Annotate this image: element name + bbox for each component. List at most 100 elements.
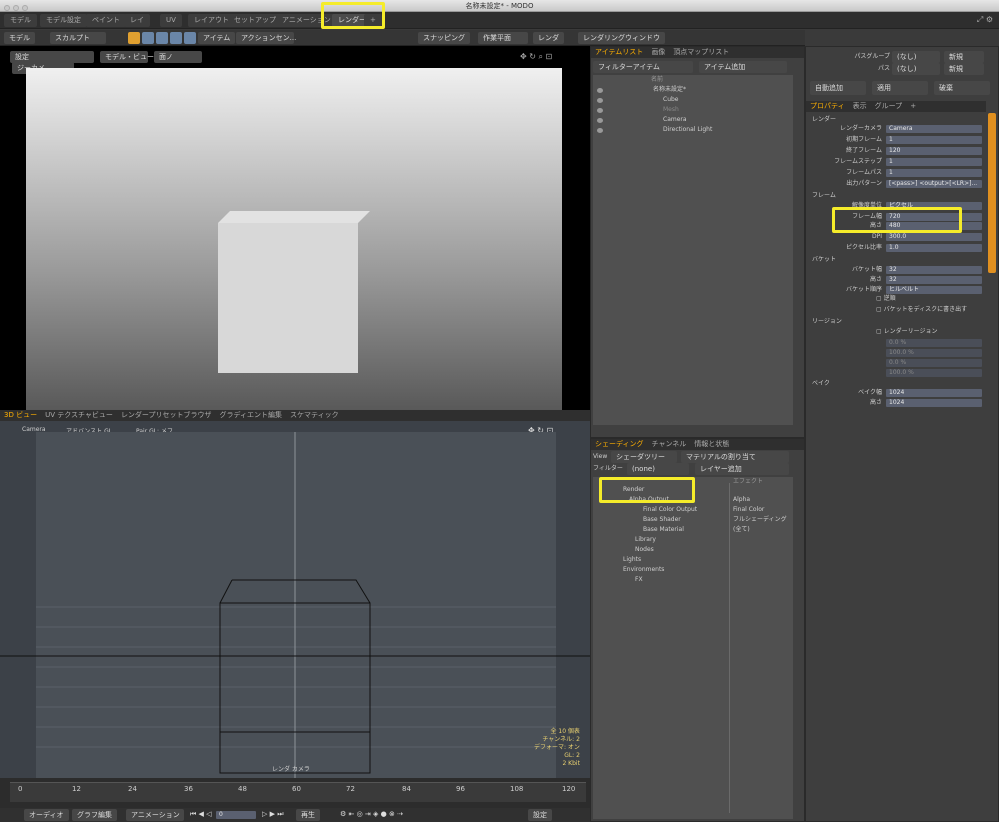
tab-groups[interactable]: グループ (871, 101, 907, 112)
tab-channels[interactable]: チャンネル (648, 439, 691, 450)
tab-gradient[interactable]: グラディエント編集 (216, 410, 287, 421)
shader-tree-dropdown[interactable]: シェーダツリー (611, 451, 677, 463)
sculpt-button[interactable]: スカルプト (50, 32, 106, 44)
render-button[interactable]: レンダ (533, 32, 564, 44)
new-pass-button[interactable]: 新規 (944, 63, 984, 75)
bake-width-input[interactable]: 1024 (886, 389, 982, 397)
discard-button[interactable]: 破棄 (934, 81, 990, 95)
item-mesh[interactable]: Mesh (663, 105, 679, 115)
frame-section-header[interactable]: フレーム (812, 191, 836, 200)
minimize-window-button[interactable] (13, 5, 19, 11)
bucket-width-input[interactable]: 32 (886, 266, 982, 274)
key-icons[interactable]: ⚙ ⇤ ◎ ⇥ ◈ ● ⊗ ⇢ (340, 810, 403, 818)
shader-tree[interactable]: エフェクト Render Alpha Output Alpha Final Co… (593, 477, 793, 819)
settings-button[interactable]: 設定 (528, 809, 552, 821)
item-tree[interactable]: 名前 名称未設定* Cube Mesh Camera Directional L… (593, 75, 793, 425)
audio-button[interactable]: オーディオ (24, 809, 69, 821)
add-item-dropdown[interactable]: アイテム追加 (699, 61, 787, 73)
preview-face-tab[interactable]: 面ノ (154, 51, 202, 63)
graph-editor-button[interactable]: グラフ編集 (72, 809, 117, 821)
material-mode-icon[interactable] (170, 32, 182, 44)
tab-setup[interactable]: セットアップ (228, 14, 282, 27)
region-section-header[interactable]: リージョン (812, 317, 842, 326)
item-mode-icon[interactable] (184, 32, 196, 44)
tab-render-preset[interactable]: レンダープリセットブラウザ (117, 410, 216, 421)
frame-pass-input[interactable]: 1 (886, 169, 982, 177)
apply-button[interactable]: 適用 (872, 81, 928, 95)
tab-paint[interactable]: ペイント (86, 14, 126, 27)
viewport-nav-icons[interactable]: ✥ ↻ ⌕ ⊡ (520, 52, 552, 62)
shader-library[interactable]: Library (635, 535, 656, 545)
write-buckets-checkbox[interactable]: ▢ バケットをディスクに書き出す (876, 305, 967, 315)
zoom-window-button[interactable] (22, 5, 28, 11)
window-options-icon[interactable]: ⤢ ⚙ (977, 15, 993, 25)
timeline[interactable]: 0 12 24 36 48 60 72 84 96 108 120 (0, 778, 590, 808)
visibility-icon[interactable] (597, 98, 603, 103)
tab-add[interactable]: + (906, 101, 920, 112)
shader-environments[interactable]: Environments (623, 565, 664, 575)
preview-model-tab[interactable]: モデル・ビュー (100, 51, 154, 63)
frame-step-input[interactable]: 1 (886, 158, 982, 166)
3d-viewport[interactable]: 3D ビュー UV テクスチャビュー レンダープリセットブラウザ グラディエント編集ス… (0, 410, 590, 778)
tab-uv-texture[interactable]: UV テクスチャビュー (41, 410, 117, 421)
tab-model-setup[interactable]: モデル設定 (40, 14, 87, 27)
render-camera-dropdown[interactable]: Camera (886, 125, 982, 133)
edge-mode-icon[interactable] (142, 32, 154, 44)
bake-height-input[interactable]: 1024 (886, 399, 982, 407)
tab-3d-view[interactable]: 3D ビュー (0, 410, 41, 421)
render-region-checkbox[interactable]: ▢ レンダーリージョン (876, 327, 937, 337)
visibility-icon[interactable] (597, 118, 603, 123)
current-frame-input[interactable]: 0 (216, 811, 256, 819)
auto-add-button[interactable]: 自動追加 (810, 81, 866, 95)
assign-material-button[interactable]: マテリアルの割り当て (681, 451, 789, 463)
item-directional-light[interactable]: Directional Light (663, 125, 712, 135)
snapping-button[interactable]: スナッピング (418, 32, 470, 44)
render-section-header[interactable]: レンダー (812, 115, 836, 124)
tab-item-list[interactable]: アイテムリスト (591, 47, 647, 58)
region-top-input[interactable]: 0.0 % (886, 359, 982, 367)
output-pattern-input[interactable]: [<pass>] <output>[<LR>]... (886, 180, 982, 188)
shader-fx[interactable]: FX (635, 575, 643, 585)
timeline-ruler[interactable]: 0 12 24 36 48 60 72 84 96 108 120 (10, 782, 586, 802)
tab-schematic[interactable]: スケマティック (286, 410, 343, 421)
workplane-dropdown[interactable]: 作業平面 (478, 32, 528, 44)
bake-section-header[interactable]: ベイク (812, 379, 830, 388)
tab-shading[interactable]: シェーディング (591, 439, 648, 450)
shader-base-shader[interactable]: Base Shader (643, 515, 681, 525)
tab-uv[interactable]: UV (160, 14, 182, 27)
vertex-mode-icon[interactable] (128, 32, 140, 44)
region-left-input[interactable]: 0.0 % (886, 339, 982, 347)
item-scene[interactable]: 名称未設定* (653, 85, 686, 95)
reverse-checkbox[interactable]: ▢ 逆順 (876, 294, 896, 304)
shader-nodes[interactable]: Nodes (635, 545, 654, 555)
dpi-input[interactable]: 300.0 (886, 233, 982, 241)
item-camera[interactable]: Camera (663, 115, 687, 125)
bucket-order-dropdown[interactable]: ヒルベルト (886, 286, 982, 294)
play-icons[interactable]: ▷ ▶ ⏭ (262, 810, 284, 819)
filter-dropdown[interactable]: (none) (627, 463, 689, 475)
pass-dropdown[interactable]: (なし) (892, 63, 940, 75)
pass-group-dropdown[interactable]: (なし) (892, 51, 940, 63)
last-frame-input[interactable]: 120 (886, 147, 982, 155)
tab-info[interactable]: 情報と状態 (690, 439, 733, 450)
polygon-mode-icon[interactable] (156, 32, 168, 44)
new-pass-group-button[interactable]: 新規 (944, 51, 984, 63)
render-window-button[interactable]: レンダリングウィンドウ (578, 32, 665, 44)
visibility-icon[interactable] (597, 128, 603, 133)
filter-items-dropdown[interactable]: フィルターアイテム (593, 61, 693, 73)
tab-display[interactable]: 表示 (849, 101, 871, 112)
pixel-ratio-input[interactable]: 1.0 (886, 244, 982, 252)
shader-final-color[interactable]: Final Color Output (643, 505, 697, 515)
tab-properties[interactable]: プロパティ (806, 101, 849, 112)
add-layer-dropdown[interactable]: レイヤー追加 (695, 463, 789, 475)
bucket-section-header[interactable]: バケット (812, 255, 836, 264)
bucket-height-input[interactable]: 32 (886, 276, 982, 284)
tab-images[interactable]: 画像 (647, 47, 669, 58)
model-button[interactable]: モデル (4, 32, 35, 44)
tab-model[interactable]: モデル (4, 14, 37, 27)
preview-viewport[interactable]: 設定 モデル・ビュー 面ノ ジーカメ ✥ ↻ ⌕ ⊡ (0, 46, 590, 410)
shader-base-material[interactable]: Base Material (643, 525, 684, 535)
first-frame-input[interactable]: 1 (886, 136, 982, 144)
shader-lights[interactable]: Lights (623, 555, 641, 565)
action-center-dropdown[interactable]: アクションセン... (236, 32, 296, 44)
